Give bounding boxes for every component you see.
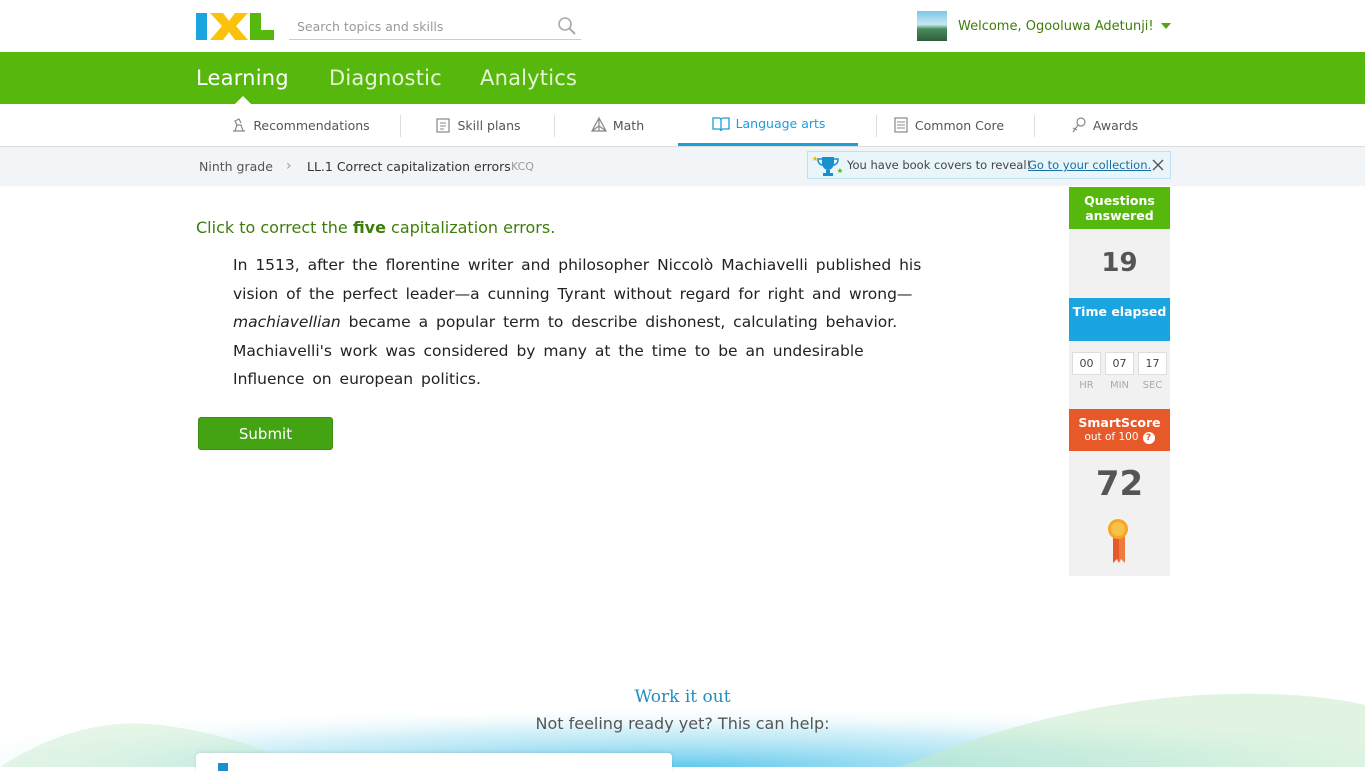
breadcrumb-grade[interactable]: Ninth grade: [199, 159, 273, 174]
avatar[interactable]: [917, 11, 947, 41]
passage-italic-word[interactable]: machiavellian: [233, 313, 341, 331]
sub-nav: Recommendations Skill plans Math Languag…: [0, 104, 1365, 147]
timer-minutes-label: MIN: [1109, 380, 1130, 391]
background-wave: [0, 662, 1365, 767]
close-icon[interactable]: [1151, 158, 1165, 172]
prompt-count: five: [352, 218, 386, 237]
smartscore-sub-text: out of 100: [1084, 431, 1139, 443]
subnav-label: Language arts: [735, 116, 826, 131]
timer-seconds-label: SEC: [1142, 380, 1163, 391]
passage[interactable]: In 1513, after the florentine writer and…: [233, 251, 933, 394]
tab-analytics[interactable]: Analytics: [480, 66, 577, 90]
timer-hours-label: HR: [1079, 380, 1094, 391]
work-it-out-title: Work it out: [634, 687, 731, 707]
questions-answered-value: 19: [1101, 248, 1138, 278]
divider: [400, 115, 401, 137]
smartscore-header: SmartScore out of 100?: [1069, 409, 1170, 451]
divider: [554, 115, 555, 137]
subnav-recommendations[interactable]: Recommendations: [218, 104, 382, 146]
search-input[interactable]: [295, 16, 549, 36]
subnav-label: Recommendations: [253, 117, 370, 133]
time-elapsed-label: Time elapsed: [1069, 298, 1170, 341]
collection-notice: You have book covers to reveal! Go to yo…: [807, 151, 1171, 179]
help-icon[interactable]: ?: [1142, 431, 1155, 444]
ribbon-icon: [1108, 519, 1128, 563]
subnav-skill-plans[interactable]: Skill plans: [420, 104, 535, 146]
recommendations-icon: [233, 118, 246, 132]
submit-button[interactable]: Submit: [198, 417, 333, 450]
chevron-right-icon: ›: [286, 158, 292, 174]
trophy-icon: [812, 156, 843, 176]
work-it-out-subtitle: Not feeling ready yet? This can help:: [535, 714, 830, 733]
divider: [876, 115, 877, 137]
smartscore-sub: out of 100?: [1069, 430, 1170, 445]
subnav-common-core[interactable]: Common Core: [888, 104, 1008, 146]
top-header: Welcome, Ogooluwa Adetunji!: [0, 0, 1365, 52]
subnav-awards[interactable]: Awards: [1060, 104, 1148, 146]
subnav-label: Skill plans: [457, 117, 521, 133]
timer-hours: 00: [1072, 352, 1101, 375]
awards-icon: [1072, 117, 1086, 133]
skill-code: KCQ: [511, 160, 534, 173]
questions-answered-label: Questions answered: [1069, 187, 1170, 229]
help-card[interactable]: [196, 753, 672, 773]
timer: 00 07 17 HR MIN SEC: [1069, 341, 1170, 409]
passage-text[interactable]: In 1513, after the florentine writer and…: [233, 256, 921, 303]
video-icon: [218, 763, 228, 771]
subnav-label: Awards: [1092, 117, 1139, 133]
user-menu[interactable]: Welcome, Ogooluwa Adetunji!: [917, 11, 1171, 41]
active-tab-pointer: [235, 96, 251, 104]
common-core-icon: [894, 117, 908, 133]
tab-diagnostic[interactable]: Diagnostic: [329, 66, 442, 90]
skill-plans-icon: [436, 118, 451, 133]
smartscore-label: SmartScore: [1078, 415, 1161, 430]
chevron-down-icon[interactable]: [1160, 23, 1171, 29]
subnav-language-arts[interactable]: Language arts: [678, 104, 858, 146]
timer-minutes: 07: [1105, 352, 1134, 375]
main-nav: Learning Diagnostic Analytics: [0, 52, 1365, 104]
subnav-label: Math: [612, 117, 645, 133]
tab-learning[interactable]: Learning: [196, 66, 289, 90]
breadcrumb-skill: LL.1 Correct capitalization errors: [307, 159, 511, 174]
question-prompt: Click to correct the five capitalization…: [196, 218, 555, 237]
search-box[interactable]: [289, 13, 581, 40]
search-icon[interactable]: [557, 16, 577, 36]
score-sidebar: Questions answered 19 Time elapsed 00 07…: [1069, 187, 1170, 576]
divider: [1034, 115, 1035, 137]
ixl-logo[interactable]: [196, 12, 274, 41]
timer-seconds: 17: [1138, 352, 1167, 375]
prompt-text-end: capitalization errors.: [385, 218, 556, 237]
smartscore-value: 72: [1095, 464, 1144, 504]
notice-text: You have book covers to reveal!: [847, 158, 1032, 172]
subnav-math[interactable]: Math: [574, 104, 660, 146]
collection-link[interactable]: Go to your collection.: [1028, 158, 1151, 172]
prompt-text: Click to correct the: [196, 218, 353, 237]
subnav-label: Common Core: [914, 117, 1005, 133]
welcome-text[interactable]: Welcome, Ogooluwa Adetunji!: [958, 19, 1154, 34]
math-icon: [590, 116, 607, 132]
language-arts-icon: [711, 116, 730, 131]
